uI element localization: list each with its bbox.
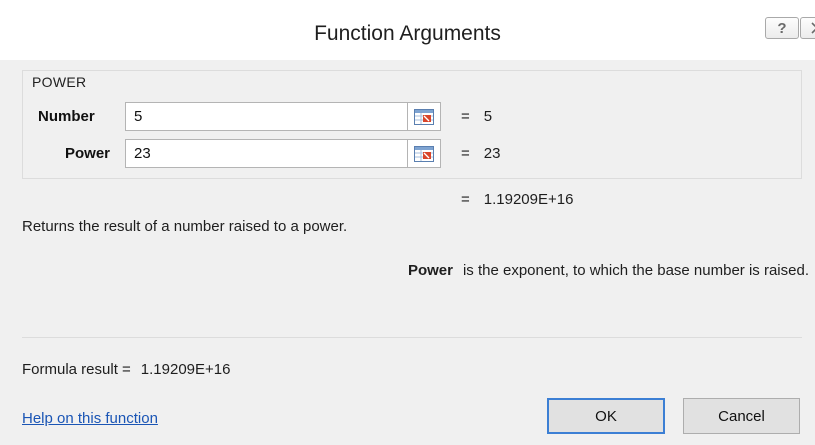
number-input[interactable] (125, 102, 408, 131)
argument-description-text: is the exponent, to which the base numbe… (462, 262, 809, 279)
function-arguments-dialog: Function Arguments ? POWER Number =5 Pow… (0, 0, 815, 445)
equals-sign: = (461, 108, 470, 125)
dialog-title: Function Arguments (314, 22, 501, 45)
collapse-dialog-icon (414, 108, 434, 125)
equals-sign: = (461, 145, 470, 162)
title-bar: Function Arguments ? (0, 0, 815, 60)
close-button[interactable] (800, 17, 815, 39)
divider (22, 337, 802, 338)
argument-description-name: Power (407, 262, 453, 279)
function-description: Returns the result of a number raised to… (22, 218, 348, 235)
number-evaluated: = 5 (461, 108, 492, 125)
function-result-value: 1.19209E+16 (483, 191, 574, 208)
function-name: POWER (32, 74, 87, 90)
help-on-function-link[interactable]: Help on this function (22, 410, 158, 427)
power-input[interactable] (125, 139, 408, 168)
collapse-dialog-icon (414, 145, 434, 162)
power-ref-button[interactable] (408, 139, 441, 168)
cancel-button[interactable]: Cancel (683, 398, 800, 434)
formula-result-label: Formula result = (22, 361, 131, 378)
power-evaluated: = 23 (461, 145, 500, 162)
number-ref-button[interactable] (408, 102, 441, 131)
arg-label-power: Power (64, 145, 110, 162)
help-button[interactable]: ? (765, 17, 799, 39)
close-icon (811, 22, 815, 34)
formula-result-value: 1.19209E+16 (140, 361, 231, 378)
arg-label-number: Number (38, 108, 95, 125)
power-evaluated-value: 23 (483, 145, 501, 162)
number-evaluated-value: 5 (483, 108, 493, 125)
argument-description: Power is the exponent, to which the base … (408, 262, 809, 279)
formula-result: Formula result = 1.19209E+16 (22, 361, 230, 378)
equals-sign: = (461, 191, 470, 208)
ok-button[interactable]: OK (547, 398, 665, 434)
function-result: = 1.19209E+16 (461, 191, 573, 208)
